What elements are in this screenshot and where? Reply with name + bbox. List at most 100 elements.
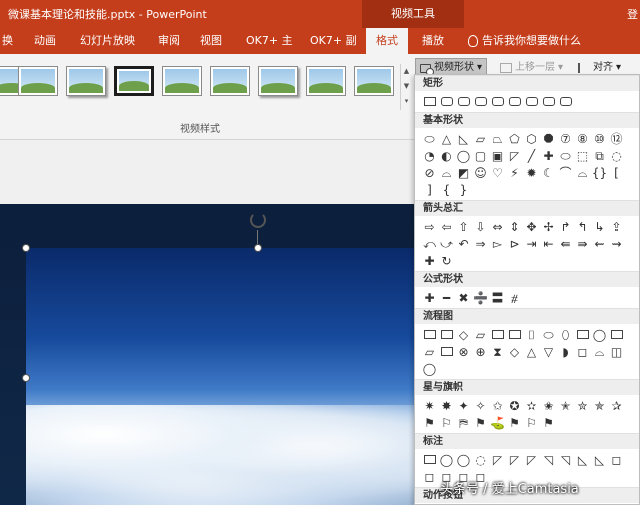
shape-option[interactable]: ⇧: [455, 218, 472, 235]
shape-option[interactable]: ⇩: [472, 218, 489, 235]
shape-option[interactable]: ◗: [557, 343, 574, 360]
video-style-thumb[interactable]: [162, 66, 202, 96]
sign-in-label[interactable]: 登: [627, 6, 638, 22]
tab-animations[interactable]: 动画: [34, 28, 56, 54]
shape-option[interactable]: ◯: [455, 147, 472, 164]
shape-option[interactable]: ◺: [455, 130, 472, 147]
shape-option[interactable]: ⤻: [438, 235, 455, 252]
shape-option[interactable]: ⬚: [574, 147, 591, 164]
shape-option[interactable]: ◻: [574, 343, 591, 360]
shape-option[interactable]: [438, 93, 455, 110]
tab-playback[interactable]: 播放: [422, 28, 444, 54]
gallery-more-icon[interactable]: ▾: [401, 94, 412, 109]
shape-option[interactable]: ╱: [523, 147, 540, 164]
tab-format[interactable]: 格式: [366, 28, 408, 54]
shape-option[interactable]: ☺: [472, 164, 489, 181]
shape-option[interactable]: 〓: [489, 289, 506, 306]
tab-slideshow[interactable]: 幻灯片放映: [80, 28, 135, 54]
shape-option[interactable]: ⛿: [455, 414, 472, 431]
shape-option[interactable]: ▱: [472, 326, 489, 343]
shape-option[interactable]: ⬭: [540, 326, 557, 343]
shape-option[interactable]: ⬭: [557, 147, 574, 164]
shape-option[interactable]: ◐: [438, 147, 455, 164]
shape-option[interactable]: ▱: [472, 130, 489, 147]
shape-option[interactable]: ↶: [455, 235, 472, 252]
shape-option[interactable]: [: [608, 164, 625, 181]
shape-option[interactable]: {}: [591, 164, 608, 181]
shape-option[interactable]: ◔: [421, 147, 438, 164]
shape-option[interactable]: ✖: [455, 289, 472, 306]
video-style-thumb[interactable]: [66, 66, 106, 96]
shape-option[interactable]: [421, 326, 438, 343]
tab-ok7-sub[interactable]: OK7+ 副: [310, 28, 357, 54]
resize-handle-top[interactable]: [254, 244, 262, 252]
shape-option[interactable]: ✥: [523, 218, 540, 235]
shape-option[interactable]: ⧗: [489, 343, 506, 360]
shape-option[interactable]: ◺: [591, 451, 608, 468]
tell-me-box[interactable]: 告诉我你想要做什么: [468, 28, 581, 54]
video-style-thumb[interactable]: [210, 66, 250, 96]
video-style-thumb[interactable]: [258, 66, 298, 96]
shape-option[interactable]: ✷: [421, 397, 438, 414]
shape-option[interactable]: [608, 326, 625, 343]
shape-option[interactable]: ◸: [506, 147, 523, 164]
shape-option[interactable]: [489, 93, 506, 110]
shape-option[interactable]: ⏢: [489, 130, 506, 147]
shape-option[interactable]: ◹: [540, 451, 557, 468]
shape-option[interactable]: ◸: [506, 451, 523, 468]
shape-option[interactable]: ⚑: [421, 414, 438, 431]
shape-option[interactable]: ◻: [608, 451, 625, 468]
shape-option[interactable]: △: [523, 343, 540, 360]
shape-option[interactable]: ⊗: [455, 343, 472, 360]
shape-option[interactable]: ↱: [557, 218, 574, 235]
shape-option[interactable]: ⤺: [421, 235, 438, 252]
shape-option[interactable]: ⬯: [557, 326, 574, 343]
shape-option[interactable]: ⇔: [489, 218, 506, 235]
shape-option[interactable]: ⬡: [523, 130, 540, 147]
shape-option[interactable]: ⧣: [506, 289, 523, 306]
shape-option[interactable]: ⑦: [557, 130, 574, 147]
shape-option[interactable]: ✸: [438, 397, 455, 414]
tab-ok7-main[interactable]: OK7+ 主: [246, 28, 293, 54]
shape-option[interactable]: ⌒: [557, 164, 574, 181]
shape-option[interactable]: ☾: [540, 164, 557, 181]
shape-option[interactable]: ⌷: [523, 326, 540, 343]
shape-option[interactable]: ⇥: [523, 235, 540, 252]
scroll-up-icon[interactable]: ▲: [401, 64, 412, 79]
shape-option[interactable]: ◇: [455, 326, 472, 343]
shape-option[interactable]: ◹: [557, 451, 574, 468]
shape-option[interactable]: ⇜: [591, 235, 608, 252]
shape-option[interactable]: ✮: [574, 397, 591, 414]
shape-option[interactable]: △: [438, 130, 455, 147]
shape-option[interactable]: ⇤: [540, 235, 557, 252]
shape-option[interactable]: ━: [438, 289, 455, 306]
tab-transitions[interactable]: 换: [2, 28, 13, 54]
shape-option[interactable]: ◌: [608, 147, 625, 164]
shape-option[interactable]: ✚: [540, 147, 557, 164]
shape-option[interactable]: ⊘: [421, 164, 438, 181]
shape-option[interactable]: [574, 326, 591, 343]
video-style-thumb[interactable]: [354, 66, 394, 96]
shape-option[interactable]: ⇒: [472, 235, 489, 252]
shape-option[interactable]: [506, 93, 523, 110]
shape-option[interactable]: [540, 93, 557, 110]
video-style-thumb[interactable]: [114, 66, 154, 96]
shape-option[interactable]: ✬: [540, 397, 557, 414]
shape-option[interactable]: ⚐: [438, 414, 455, 431]
shape-option[interactable]: ⚑: [472, 414, 489, 431]
shape-option[interactable]: ◫: [608, 343, 625, 360]
shape-option[interactable]: ✧: [472, 397, 489, 414]
shape-option[interactable]: ✦: [455, 397, 472, 414]
shape-option[interactable]: ↰: [574, 218, 591, 235]
shape-option[interactable]: ✹: [523, 164, 540, 181]
shape-option[interactable]: ✯: [591, 397, 608, 414]
shape-option[interactable]: ♡: [489, 164, 506, 181]
shape-option[interactable]: ◸: [523, 451, 540, 468]
shape-option[interactable]: ▢: [472, 147, 489, 164]
shape-option[interactable]: ✰: [608, 397, 625, 414]
shape-option[interactable]: ⯃: [540, 130, 557, 147]
shape-option[interactable]: ⇪: [608, 218, 625, 235]
scroll-down-icon[interactable]: ▼: [401, 79, 412, 94]
shape-option[interactable]: ↻: [438, 252, 455, 269]
shape-option[interactable]: ⇕: [506, 218, 523, 235]
